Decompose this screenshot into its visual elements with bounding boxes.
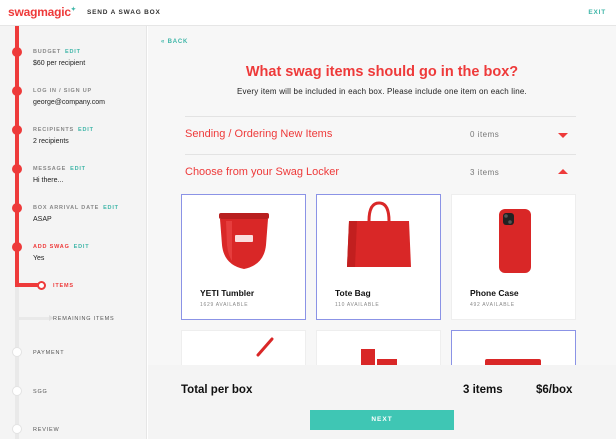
step-label: RECIPIENTS	[33, 127, 75, 133]
total-label: Total per box	[181, 384, 253, 396]
page-subtitle: Every item will be included in each box.…	[237, 87, 527, 96]
progress-branch-pending	[19, 317, 49, 320]
step-current-ring-icon	[37, 281, 46, 290]
total-price: $6/box	[536, 384, 573, 396]
step-label: REMAINING ITEMS	[53, 316, 115, 322]
edit-recipients-link[interactable]: EDIT	[78, 127, 94, 133]
tumbler-icon	[182, 195, 305, 283]
step-value: Hi there...	[33, 177, 64, 184]
section-count: 0 items	[470, 130, 500, 139]
step-value: ASAP	[33, 216, 52, 223]
step-complete-dot-icon	[12, 203, 22, 213]
item-name: Tote Bag	[335, 288, 371, 298]
step-label: ADD SWAG	[33, 244, 70, 250]
next-button[interactable]: NEXT	[310, 410, 454, 430]
order-summary-bar: Total per box 3 items $6/box NEXT	[148, 365, 616, 439]
edit-arrival-date-link[interactable]: EDIT	[103, 205, 119, 211]
section-title: Sending / Ordering New Items	[185, 128, 333, 140]
item-card-phone-case[interactable]: Phone Case 492 AVAILABLE	[451, 194, 576, 320]
item-name: YETI Tumbler	[200, 288, 255, 298]
edit-budget-link[interactable]: EDIT	[65, 49, 81, 55]
step-label: ITEMS	[53, 283, 74, 289]
step-pending-dot-icon	[12, 347, 22, 357]
brand-logo[interactable]: swagmagic✦	[8, 5, 76, 19]
back-link[interactable]: « BACK	[161, 39, 188, 45]
page-context-title: SEND A SWAG BOX	[87, 9, 161, 16]
item-name: Phone Case	[470, 288, 519, 298]
progress-rail-pending	[15, 287, 19, 439]
section-title: Choose from your Swag Locker	[185, 166, 340, 178]
step-pending-dot-icon	[12, 386, 22, 396]
chevron-up-icon[interactable]	[558, 169, 568, 174]
step-value: george@company.com	[33, 99, 105, 106]
total-items-count: 3 items	[463, 384, 503, 396]
item-availability: 1629 AVAILABLE	[200, 302, 249, 308]
step-label: SGG	[33, 389, 48, 395]
step-pending-dot-icon	[12, 424, 22, 434]
step-label: MESSAGE	[33, 166, 67, 172]
chevron-down-icon[interactable]	[558, 133, 568, 138]
step-label: PAYMENT	[33, 350, 65, 356]
phone-case-icon	[452, 195, 575, 283]
step-value: 2 recipients	[33, 138, 69, 145]
exit-button[interactable]: EXIT	[588, 9, 606, 16]
step-label: LOG IN / SIGN UP	[33, 88, 92, 94]
step-value: $60 per recipient	[33, 60, 86, 67]
section-swag-locker[interactable]: Choose from your Swag Locker 3 items	[185, 154, 576, 190]
edit-message-link[interactable]: EDIT	[70, 166, 86, 172]
item-availability: 492 AVAILABLE	[470, 302, 515, 308]
step-complete-dot-icon	[12, 164, 22, 174]
edit-add-swag-link[interactable]: EDIT	[74, 244, 90, 250]
page-title: What swag items should go in the box?	[245, 64, 519, 80]
step-complete-dot-icon	[12, 47, 22, 57]
step-value: Yes	[33, 255, 45, 262]
step-complete-dot-icon	[12, 125, 22, 135]
step-label: REVIEW	[33, 427, 60, 433]
item-card-yeti-tumbler[interactable]: YETI Tumbler 1629 AVAILABLE	[181, 194, 306, 320]
step-label: BUDGET	[33, 49, 62, 55]
progress-branch	[15, 283, 39, 287]
step-complete-dot-icon	[12, 86, 22, 96]
item-card-tote-bag[interactable]: Tote Bag 110 AVAILABLE	[316, 194, 441, 320]
top-bar: swagmagic✦ SEND A SWAG BOX EXIT	[0, 0, 616, 26]
section-new-items[interactable]: Sending / Ordering New Items 0 items	[185, 116, 576, 152]
step-active-dot-icon	[12, 242, 22, 252]
item-availability: 110 AVAILABLE	[335, 302, 380, 308]
step-label: BOX ARRIVAL DATE	[33, 205, 100, 211]
tote-bag-icon	[317, 195, 440, 283]
section-count: 3 items	[470, 168, 500, 177]
